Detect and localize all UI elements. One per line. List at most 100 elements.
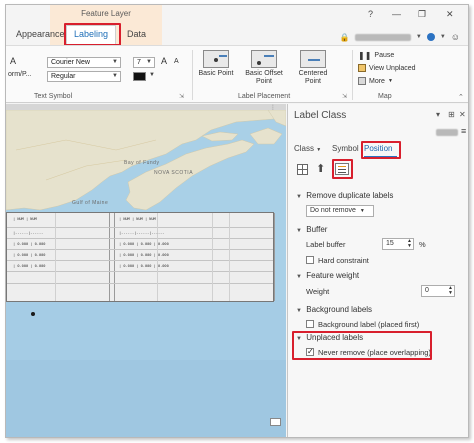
font-name-select[interactable]: Courier New ▼ [47,57,121,68]
chevron-down-icon: ▼ [359,208,365,214]
font-color-button[interactable] [133,72,146,81]
tab-symbol[interactable]: Symbol [332,144,359,153]
close-icon[interactable]: ✕ [459,110,466,119]
weight-value: 0 [425,287,429,294]
group-divider [192,50,193,100]
group-divider [352,50,353,100]
section-buffer[interactable]: ▼ Buffer [296,225,327,234]
spinner-icon[interactable]: ▲ ▼ [407,239,412,249]
chevron-down-icon: ▼ [296,274,302,280]
centered-point-label: Centered Point [298,70,328,85]
font-size-select[interactable]: 7 ▼ [133,57,155,68]
weight-label: Weight [306,287,330,296]
pause-icon: ❚❚ [358,51,372,60]
help-button[interactable]: ? [368,9,373,19]
chevron-down-icon: ▼ [439,34,446,40]
close-button[interactable]: ✕ [446,9,454,20]
restore-button[interactable]: ❐ [418,9,426,20]
shrink-font-button[interactable]: A [174,58,179,65]
placement-icon[interactable] [297,164,308,175]
tab-class-label: Class [294,144,315,153]
chevron-down-icon: ▼ [316,147,322,153]
partial-font-icon: A [10,56,17,66]
more-icon [358,77,366,85]
tab-appearance[interactable]: Appearance [16,29,65,39]
overlapping-label-tables: | NUM | NUM |------|------ | 0.000 | 0.0… [6,212,275,302]
map-table-icon[interactable] [270,418,281,426]
collapse-ribbon-icon[interactable]: ⌃ [458,93,464,101]
background-label-checkbox[interactable] [306,320,314,328]
group-label-map: Map [378,93,392,100]
view-unplaced-icon [358,64,366,72]
basic-offset-point-icon [251,50,277,68]
context-tab-label: Feature Layer [81,9,131,18]
chevron-down-icon: ▼ [296,194,302,200]
grow-font-button[interactable]: A [161,56,167,66]
map-point-feature[interactable] [31,312,35,316]
centered-point-icon [300,50,326,68]
smiley-icon[interactable]: ☺ [451,32,460,42]
chevron-down-icon: ▼ [112,59,118,65]
highlight-unplaced-labels [292,331,432,360]
section-remove-duplicates[interactable]: ▼ Remove duplicate labels [296,191,393,200]
label-buffer-input[interactable]: 15 ▲ ▼ [382,238,414,250]
user-name-obscured [354,33,411,41]
remove-duplicates-value: Do not remove [310,207,356,214]
highlight-conflict-icon [332,159,353,179]
centered-point-button[interactable]: Centered Point [291,50,335,86]
font-name-value: Courier New [51,59,90,66]
section-title: Buffer [306,225,328,234]
section-title: Remove duplicate labels [306,191,394,200]
dialog-launcher-icon[interactable]: ⇲ [179,93,184,100]
tab-data[interactable]: Data [127,29,146,39]
more-label: More [369,77,385,85]
label-buffer-unit: % [419,240,426,249]
font-size-value: 7 [137,59,141,66]
pause-button[interactable]: ❚❚ Pause [358,51,394,60]
app-window: Feature Layer ? — ❐ ✕ Appearance Labelin… [5,4,469,438]
label-class-selector[interactable]: ≡ [288,126,468,138]
background-label-label: Background label (placed first) [318,320,420,329]
place-label: NOVA SCOTIA [154,170,194,176]
basic-offset-point-button[interactable]: Basic Offset Point [242,50,286,86]
more-button[interactable]: More ▼ [358,77,393,85]
label-weight-icon[interactable]: ⬆ [316,162,325,175]
dialog-launcher-icon[interactable]: ⇲ [342,93,347,100]
class-name-obscured [436,129,458,136]
chevron-down-icon: ▼ [387,78,393,84]
basic-point-label: Basic Point [198,70,234,77]
hamburger-menu-icon[interactable]: ≡ [461,126,466,136]
pane-title: Label Class [294,110,347,121]
chevron-down-icon: ▼ [112,73,118,79]
remove-duplicates-select[interactable]: Do not remove ▼ [306,205,374,217]
pin-icon[interactable]: ⊞ [448,110,455,119]
chevron-down-icon: ▼ [296,228,302,234]
chevron-down-icon: ▼ [415,34,422,40]
view-unplaced-button[interactable]: View Unplaced [358,64,416,72]
group-label-label-placement: Label Placement [238,93,291,100]
map-view[interactable]: ⋮ NOVA SCOTIA Bay of Fundy Gulf of Maine [6,104,286,437]
highlight-position-tab [361,141,401,159]
label-buffer-value: 15 [386,240,394,247]
highlight-labeling-tab [64,23,121,46]
weight-input[interactable]: 0 ▲ ▼ [421,285,455,297]
pane-menu-icon[interactable]: ▾ [436,110,440,119]
basic-offset-point-label: Basic Offset Point [245,70,283,85]
font-style-select[interactable]: Regular ▼ [47,71,121,82]
pause-label: Pause [374,52,395,59]
partial-format-label: orm/P... [8,71,32,78]
user-account-area[interactable]: 🔒 ▼ ▼ ☺ [340,32,460,42]
tab-class[interactable]: Class ▼ [294,144,321,153]
chevron-down-icon: ▼ [296,308,302,314]
basic-point-button[interactable]: Basic Point [194,50,238,78]
hard-constraint-checkbox[interactable] [306,256,314,264]
section-background-labels[interactable]: ▼ Background labels [296,305,372,314]
spinner-icon[interactable]: ▲ ▼ [448,286,453,296]
label-buffer-label: Label buffer [306,240,346,249]
minimize-button[interactable]: — [392,9,401,19]
place-label: Bay of Fundy [124,160,160,166]
section-feature-weight[interactable]: ▼ Feature weight [296,271,359,280]
lock-icon: 🔒 [339,32,350,42]
chevron-down-icon: ▼ [146,59,152,65]
notification-icon[interactable] [426,33,435,41]
